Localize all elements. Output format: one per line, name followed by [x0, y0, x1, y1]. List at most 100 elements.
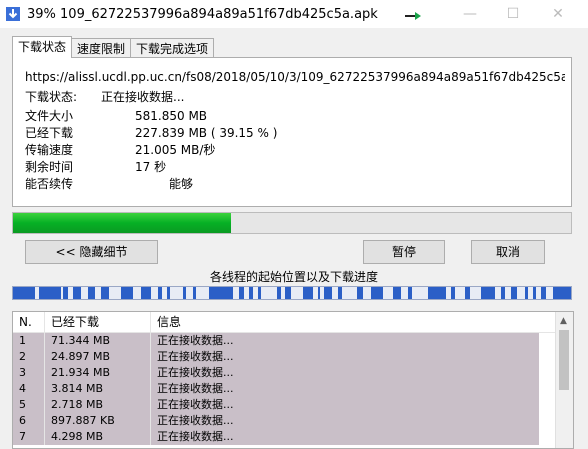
- tab-download-status[interactable]: 下载状态: [12, 36, 73, 58]
- hide-details-button[interactable]: << 隐藏细节: [25, 240, 158, 264]
- cell-info: 正在接收数据...: [157, 366, 234, 379]
- cell-info: 正在接收数据...: [157, 382, 234, 395]
- cell-downloaded: 3.814 MB: [45, 381, 151, 397]
- info-key: 传输速度: [25, 143, 74, 157]
- list-scrollbar[interactable]: ▲: [555, 312, 573, 448]
- thread-segment: [408, 287, 412, 299]
- cancel-button[interactable]: 取消: [471, 240, 545, 264]
- thread-segment: [167, 287, 170, 299]
- thread-segment: [511, 287, 517, 299]
- cell-number: 1: [13, 333, 45, 349]
- info-row-resume: 能否续传 能够: [25, 176, 277, 193]
- thread-segment: [209, 287, 233, 299]
- info-value: 21.005 MB/秒: [135, 143, 216, 157]
- tab-completion-options[interactable]: 下载完成选项: [130, 38, 215, 58]
- progress-fill: [13, 213, 232, 233]
- info-row-speed: 传输速度 21.005 MB/秒: [25, 142, 277, 159]
- thread-segment: [525, 287, 528, 299]
- thread-segment: [393, 287, 401, 299]
- title-bar: 39% 109_62722537996a894a89a51f67db425c5a…: [0, 0, 588, 28]
- list-item[interactable]: 4 3.814 MB 正在接收数据...: [13, 381, 539, 397]
- cell-downloaded: 21.934 MB: [45, 365, 151, 381]
- cell-downloaded: 71.344 MB: [45, 333, 151, 349]
- thread-segment: [324, 287, 332, 299]
- cell-number: 3: [13, 365, 45, 381]
- thread-segment: [553, 287, 571, 299]
- info-row-downloaded: 已经下载 227.839 MB ( 39.15 % ): [25, 125, 277, 142]
- info-key: 能否续传: [25, 177, 74, 191]
- tab-bar: 下载状态 速度限制 下载完成选项: [12, 36, 215, 58]
- header-downloaded[interactable]: 已经下载: [45, 312, 151, 332]
- header-number[interactable]: N.: [13, 312, 45, 332]
- status-value: 正在接收数据...: [101, 90, 185, 104]
- cell-number: 7: [13, 429, 45, 445]
- info-grid: 文件大小 581.850 MB 已经下载 227.839 MB ( 39.15 % …: [25, 108, 277, 193]
- thread-segment: [193, 287, 196, 299]
- header-info[interactable]: 信息: [151, 312, 537, 332]
- thread-segment: [285, 287, 291, 299]
- pause-button[interactable]: 暂停: [363, 240, 445, 264]
- cell-info: 正在接收数据...: [157, 414, 234, 427]
- cell-number: 6: [13, 413, 45, 429]
- thread-segment: [318, 287, 320, 299]
- arrow-icon: [404, 10, 422, 20]
- cell-info: 正在接收数据...: [157, 350, 234, 363]
- thread-segment: [158, 287, 162, 299]
- window-title: 39% 109_62722537996a894a89a51f67db425c5a…: [27, 6, 378, 22]
- maximize-button[interactable]: ☐: [493, 0, 533, 28]
- close-button[interactable]: ✕: [538, 0, 578, 28]
- download-url: https://alissl.ucdl.pp.uc.cn/fs08/2018/0…: [25, 70, 565, 84]
- download-progress-bar: [12, 212, 572, 234]
- thread-segment: [258, 287, 261, 299]
- thread-progress-bar: [12, 286, 572, 300]
- info-value: 17 秒: [135, 160, 167, 174]
- cell-info: 正在接收数据...: [157, 334, 234, 347]
- thread-segment: [277, 287, 281, 299]
- status-label: 下载状态:: [25, 90, 78, 104]
- thread-segment: [371, 287, 383, 299]
- info-row-file-size: 文件大小 581.850 MB: [25, 108, 277, 125]
- thread-segment: [541, 287, 546, 299]
- thread-segment: [303, 287, 313, 299]
- thread-segment: [101, 287, 109, 299]
- threads-label: 各线程的起始位置以及下载进度: [209, 270, 378, 284]
- thread-segment: [183, 287, 186, 299]
- cell-downloaded: 4.298 MB: [45, 429, 151, 445]
- thread-segment: [465, 287, 470, 299]
- info-value: 581.850 MB: [135, 109, 208, 123]
- list-item[interactable]: 2 24.897 MB 正在接收数据...: [13, 349, 539, 365]
- thread-segment: [451, 287, 455, 299]
- list-rows: 1 71.344 MB 正在接收数据... 2 24.897 MB 正在接收数据... …: [13, 333, 539, 445]
- scroll-thumb[interactable]: [559, 330, 569, 390]
- thread-segment: [63, 287, 68, 299]
- thread-segment: [533, 287, 536, 299]
- cell-number: 2: [13, 349, 45, 365]
- details-panel: https://alissl.ucdl.pp.uc.cn/fs08/2018/0…: [12, 57, 572, 207]
- list-item[interactable]: 1 71.344 MB 正在接收数据...: [13, 333, 539, 349]
- list-item[interactable]: 6 897.887 KB 正在接收数据...: [13, 413, 539, 429]
- thread-segment: [88, 287, 95, 299]
- thread-segment: [121, 287, 133, 299]
- cell-downloaded: 24.897 MB: [45, 349, 151, 365]
- list-item[interactable]: 5 2.718 MB 正在接收数据...: [13, 397, 539, 413]
- list-item[interactable]: 7 4.298 MB 正在接收数据...: [13, 429, 539, 445]
- tab-speed-limit[interactable]: 速度限制: [71, 38, 132, 58]
- cell-downloaded: 2.718 MB: [45, 397, 151, 413]
- cell-info: 正在接收数据...: [157, 398, 234, 411]
- list-item[interactable]: 3 21.934 MB 正在接收数据...: [13, 365, 539, 381]
- thread-list: N. 已经下载 信息 1 71.344 MB 正在接收数据... 2 24.897 M…: [12, 311, 574, 449]
- info-key: 文件大小: [25, 109, 74, 123]
- thread-segment: [39, 287, 61, 299]
- thread-segment: [428, 287, 446, 299]
- cell-number: 4: [13, 381, 45, 397]
- download-app-icon: [5, 6, 21, 22]
- info-key: 已经下载: [25, 126, 74, 140]
- list-header: N. 已经下载 信息: [13, 312, 573, 333]
- thread-segment: [501, 287, 505, 299]
- scroll-up-arrow-icon[interactable]: ▲: [560, 316, 567, 326]
- info-value: 227.839 MB ( 39.15 % ): [135, 126, 278, 140]
- info-key: 剩余时间: [25, 160, 74, 174]
- thread-segment: [249, 287, 253, 299]
- cell-number: 5: [13, 397, 45, 413]
- minimize-button[interactable]: —: [450, 0, 490, 28]
